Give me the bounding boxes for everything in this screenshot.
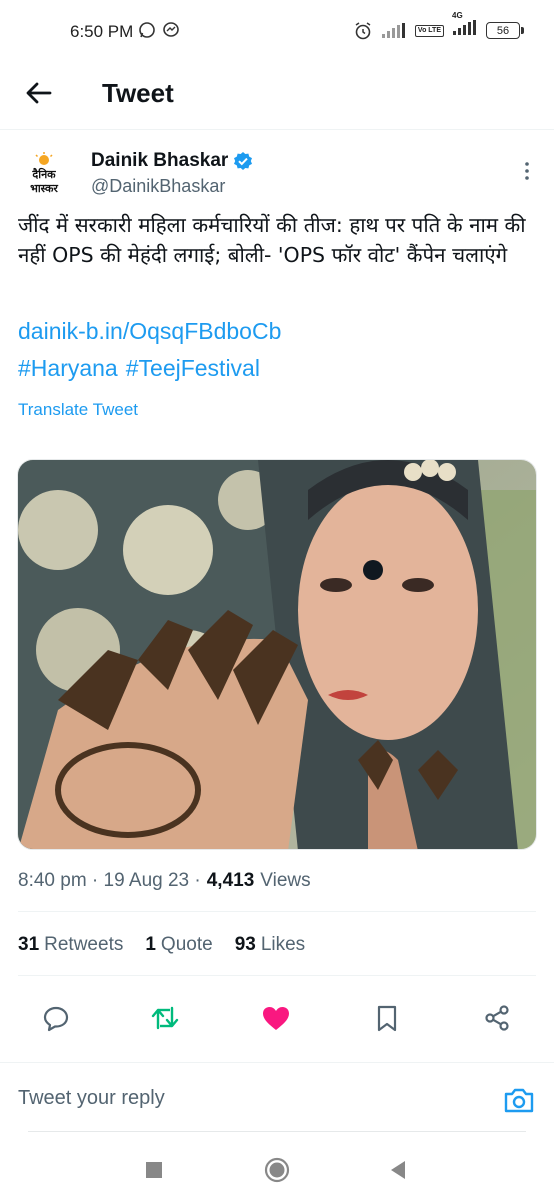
reply-divider (28, 1131, 526, 1132)
more-options-icon[interactable] (522, 160, 532, 182)
home-icon[interactable] (263, 1156, 291, 1184)
author-name[interactable]: Dainik Bhaskar (91, 150, 253, 172)
notification-icons (138, 21, 180, 39)
signal-icon (381, 22, 405, 38)
tweet-text: जींद में सरकारी महिला कर्मचारियों की तीज… (18, 213, 526, 267)
share-button[interactable] (475, 996, 519, 1040)
reply-button[interactable] (34, 996, 78, 1040)
tweet-meta: 8:40 pm · 19 Aug 23 · 4,413 Views (18, 870, 311, 892)
status-time: 6:50 PM (70, 22, 134, 41)
dainik-bhaskar-logo: दैनिक भास्कर (30, 152, 58, 195)
back-arrow-icon[interactable] (22, 76, 56, 110)
translate-tweet-link[interactable]: Translate Tweet (18, 400, 138, 420)
like-button[interactable] (254, 996, 298, 1040)
alarm-icon (355, 21, 371, 39)
whatsapp-icon (139, 22, 155, 38)
tweet-actions (0, 990, 554, 1046)
recent-apps-icon[interactable] (140, 1156, 168, 1184)
retweets-stat[interactable]: 31 Retweets (18, 934, 123, 956)
share-icon (485, 1005, 509, 1031)
tweet-link[interactable]: dainik-b.in/OqsqFBdboCb (18, 318, 281, 345)
likes-stat[interactable]: 93 Likes (235, 934, 306, 956)
reply-bar: Tweet your reply (0, 1062, 554, 1134)
retweet-icon (151, 1006, 179, 1030)
retweets-count: 31 (18, 934, 40, 955)
reply-input[interactable]: Tweet your reply (18, 1087, 165, 1110)
avatar[interactable]: दैनिक भास्कर (18, 150, 70, 202)
bookmark-icon (377, 1005, 397, 1032)
mobile-data: 4G (452, 11, 478, 41)
verified-badge-icon (234, 152, 253, 170)
tweet-stats: 31 Retweets 1 Quote 93 Likes (18, 934, 305, 956)
views-count: 4,413 (206, 870, 255, 891)
retweets-label: Retweets (44, 934, 124, 955)
back-nav-icon[interactable] (384, 1156, 412, 1184)
quotes-label: Quote (160, 934, 213, 955)
svg-text:भास्कर: भास्कर (30, 182, 58, 195)
author-handle[interactable]: @DainikBhaskar (91, 176, 225, 197)
likes-count: 93 (234, 934, 256, 955)
hashtag-teejfestival[interactable]: #TeejFestival (126, 355, 260, 382)
tweet-timestamp[interactable]: 8:40 pm · 19 Aug 23 · (18, 870, 201, 892)
system-icons: Vo LTE 4G 56 (353, 11, 524, 41)
photo-woman-mehndi (18, 460, 536, 849)
network-type: 4G (452, 11, 463, 20)
heart-icon (263, 1007, 289, 1030)
divider (18, 911, 536, 912)
quotes-stat[interactable]: 1 Quote (145, 934, 212, 956)
page-title: Tweet (102, 78, 174, 108)
tweet-image[interactable] (17, 459, 537, 850)
battery-level: 56 (496, 24, 510, 37)
signal-strength-icon (453, 20, 476, 35)
app-header: Tweet (0, 62, 554, 130)
retweet-button[interactable] (143, 996, 187, 1040)
battery-icon: 56 (486, 22, 524, 39)
divider (18, 975, 536, 976)
svg-text:दैनिक: दैनिक (31, 167, 56, 181)
system-nav-bar (0, 1140, 554, 1200)
status-bar: 6:50 PM Vo LTE 4G 56 (0, 0, 554, 62)
camera-icon[interactable] (502, 1083, 536, 1117)
bookmark-button[interactable] (365, 996, 409, 1040)
author-name-text: Dainik Bhaskar (91, 150, 229, 171)
hashtags: #Haryana #TeejFestival (18, 355, 260, 382)
views-label: Views (260, 870, 311, 891)
volte-badge: Vo LTE (414, 24, 444, 37)
likes-label: Likes (260, 934, 306, 955)
comment-icon (43, 1006, 69, 1032)
quotes-count: 1 (145, 934, 156, 955)
hashtag-haryana[interactable]: #Haryana (18, 355, 118, 382)
messenger-icon (163, 22, 179, 37)
